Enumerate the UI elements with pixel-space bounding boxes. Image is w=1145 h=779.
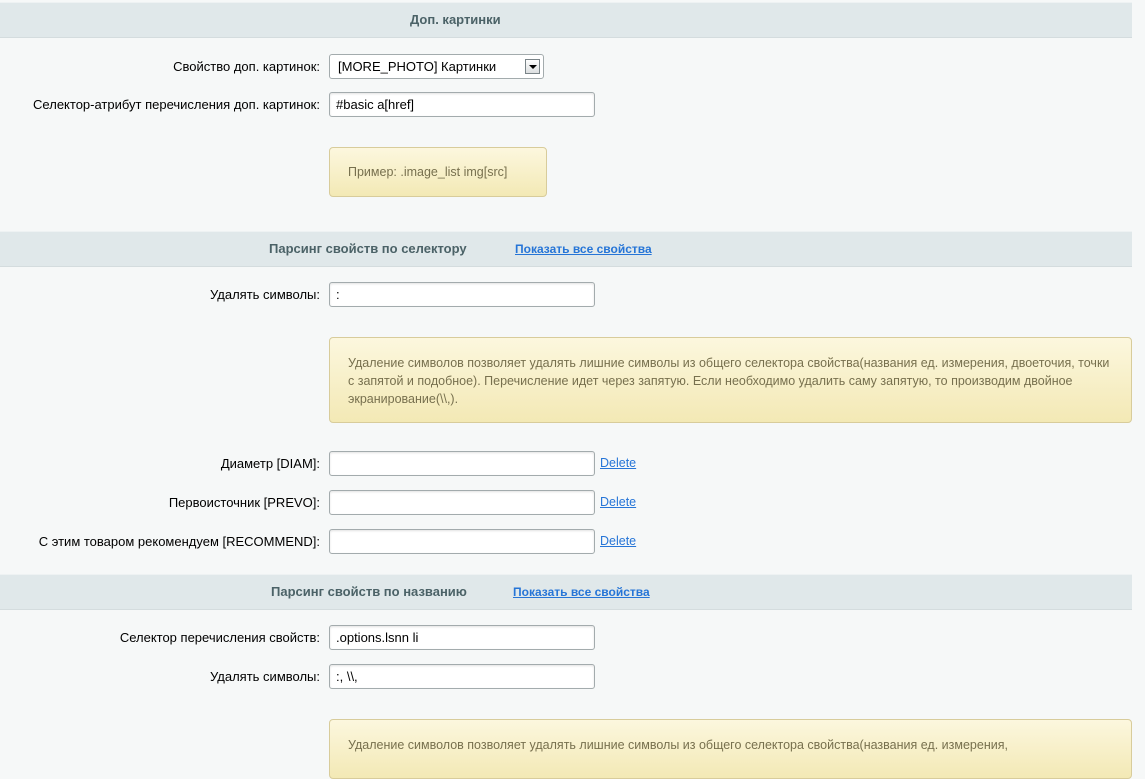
prop-input-prevo[interactable] [329,490,595,515]
select-value: [MORE_PHOTO] Картинки [338,59,497,74]
section-header-name-parsing: Парсинг свойств по названию Показать все… [0,574,1132,610]
show-all-properties-link[interactable]: Показать все свойства [513,575,650,609]
show-all-properties-link[interactable]: Показать все свойства [515,232,652,266]
delete-prevo-link[interactable]: Delete [600,492,636,512]
prop-label-diam: Диаметр [DIAM]: [220,456,320,471]
remove-symbols-label: Удалять символы: [210,287,320,302]
prop-input-diam[interactable] [329,451,595,476]
more-photo-property-select[interactable]: [MORE_PHOTO] Картинки [329,54,544,79]
delete-recommend-link[interactable]: Delete [600,531,636,551]
properties-list-selector-label: Селектор перечисления свойств: [119,630,320,645]
remove-symbols-input[interactable] [329,282,595,307]
prop-label-recommend: С этим товаром рекомендуем [RECOMMEND]: [38,534,320,549]
prop-label-prevo: Первоисточник [PREVO]: [168,495,320,510]
section-header-selector-parsing: Парсинг свойств по селектору Показать вс… [0,231,1132,267]
section-title: Парсинг свойств по названию [271,584,467,599]
images-selector-input[interactable] [329,92,595,117]
chevron-down-icon[interactable] [525,59,540,74]
section-header-extra-images: Доп. картинки [0,2,1132,38]
section-title: Доп. картинки [410,12,501,27]
more-photo-property-label: Свойство доп. картинок: [173,59,320,74]
properties-list-selector-input[interactable] [329,625,595,650]
example-note: Пример: .image_list img[src] [329,147,547,197]
images-selector-label: Селектор-атрибут перечисления доп. карти… [33,97,320,112]
remove-symbols-note: Удаление символов позволяет удалять лишн… [329,337,1132,423]
prop-input-recommend[interactable] [329,529,595,554]
remove-symbols-input[interactable] [329,664,595,689]
delete-diam-link[interactable]: Delete [600,453,636,473]
remove-symbols-label: Удалять символы: [210,669,320,684]
remove-symbols-note: Удаление символов позволяет удалять лишн… [329,719,1132,779]
section-title: Парсинг свойств по селектору [269,241,467,256]
